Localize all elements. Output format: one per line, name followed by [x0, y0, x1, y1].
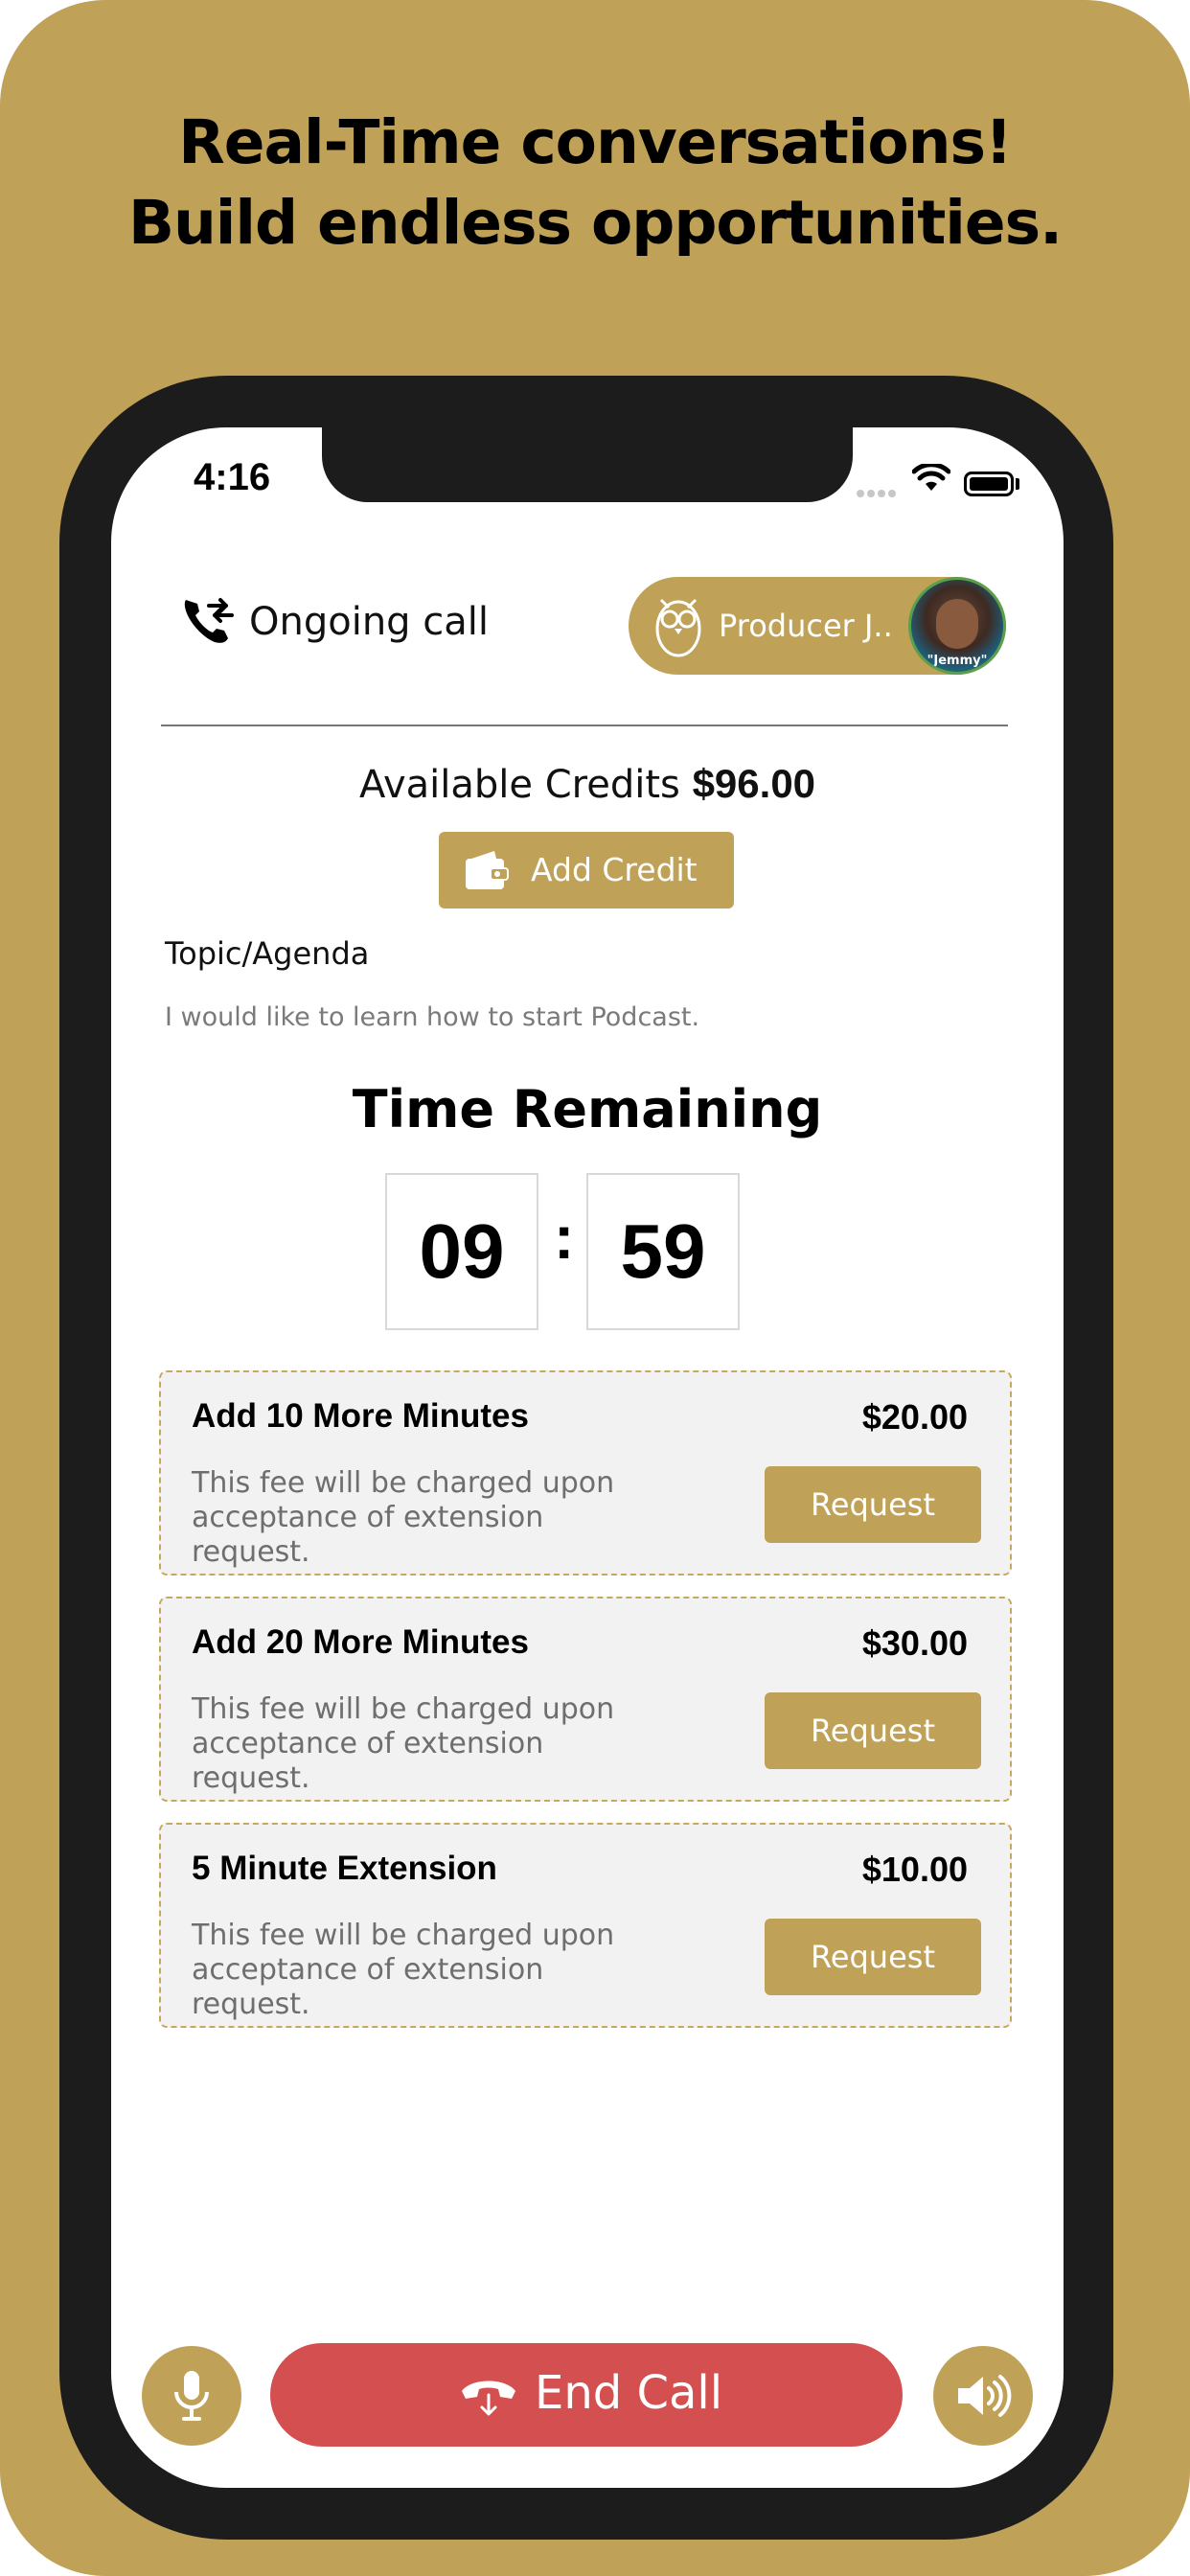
end-call-label: End Call: [535, 2366, 723, 2420]
extension-card: 5 Minute Extension $10.00 This fee will …: [159, 1823, 1012, 2028]
header-divider: [161, 724, 1008, 726]
time-remaining-title: Time Remaining: [352, 1079, 823, 1139]
signal-icon: [857, 485, 899, 502]
speaker-button[interactable]: [933, 2346, 1033, 2446]
extension-card: Add 20 More Minutes $30.00 This fee will…: [159, 1597, 1012, 1802]
avatar-face: [936, 599, 978, 649]
producer-profile-pill[interactable]: Producer J.. "Jemmy": [629, 577, 1006, 675]
extension-price: $10.00: [861, 1850, 968, 1889]
timer-separator: :: [554, 1203, 575, 1272]
extension-description: This fee will be charged upon acceptance…: [192, 1466, 615, 1569]
hang-up-icon: [462, 2380, 515, 2419]
headline-line-1: Real-Time conversations!: [178, 107, 1013, 177]
speaker-icon: [958, 2375, 1012, 2417]
timer-seconds: 59: [586, 1173, 740, 1330]
available-credits: Available Credits $96.00: [111, 761, 1064, 807]
battery-cap: [1016, 478, 1019, 490]
end-call-button[interactable]: End Call: [270, 2343, 903, 2447]
producer-name: Producer J..: [719, 608, 893, 644]
phone-notch: [322, 427, 853, 502]
call-status-label: Ongoing call: [249, 600, 489, 644]
mute-button[interactable]: [142, 2346, 241, 2446]
request-button[interactable]: Request: [765, 1466, 981, 1543]
add-credit-button[interactable]: Add Credit: [439, 832, 734, 908]
wifi-icon: [912, 464, 950, 491]
timer-minutes: 09: [385, 1173, 538, 1330]
extension-description: This fee will be charged upon acceptance…: [192, 1692, 615, 1795]
microphone-icon: [174, 2371, 209, 2421]
phone-transfer-icon: [184, 598, 234, 643]
credits-label: Available Credits: [358, 763, 680, 807]
add-credit-label: Add Credit: [531, 851, 698, 888]
app-screen: 4:16 Ongoing call Producer J.. "Jemmy" A…: [111, 427, 1064, 2488]
battery-icon: [964, 472, 1014, 496]
producer-avatar[interactable]: "Jemmy": [908, 577, 1006, 675]
extension-price: $20.00: [861, 1397, 968, 1437]
extension-description: This fee will be charged upon acceptance…: [192, 1919, 615, 2021]
extension-title: Add 20 More Minutes: [192, 1623, 529, 1661]
topic-text: I would like to learn how to start Podca…: [165, 1002, 700, 1032]
extension-title: Add 10 More Minutes: [192, 1397, 529, 1435]
extension-title: 5 Minute Extension: [192, 1850, 497, 1887]
extension-card: Add 10 More Minutes $20.00 This fee will…: [159, 1370, 1012, 1576]
wallet-icon: [466, 851, 509, 889]
credits-amount: $96.00: [692, 761, 816, 806]
owl-logo-icon: [655, 598, 701, 657]
request-button[interactable]: Request: [765, 1919, 981, 1995]
topic-title: Topic/Agenda: [165, 935, 370, 972]
headline-line-2: Build endless opportunities.: [127, 188, 1063, 258]
request-button[interactable]: Request: [765, 1692, 981, 1769]
status-bar-time: 4:16: [194, 456, 271, 498]
avatar-caption: "Jemmy": [927, 654, 988, 668]
extension-price: $30.00: [861, 1623, 968, 1663]
